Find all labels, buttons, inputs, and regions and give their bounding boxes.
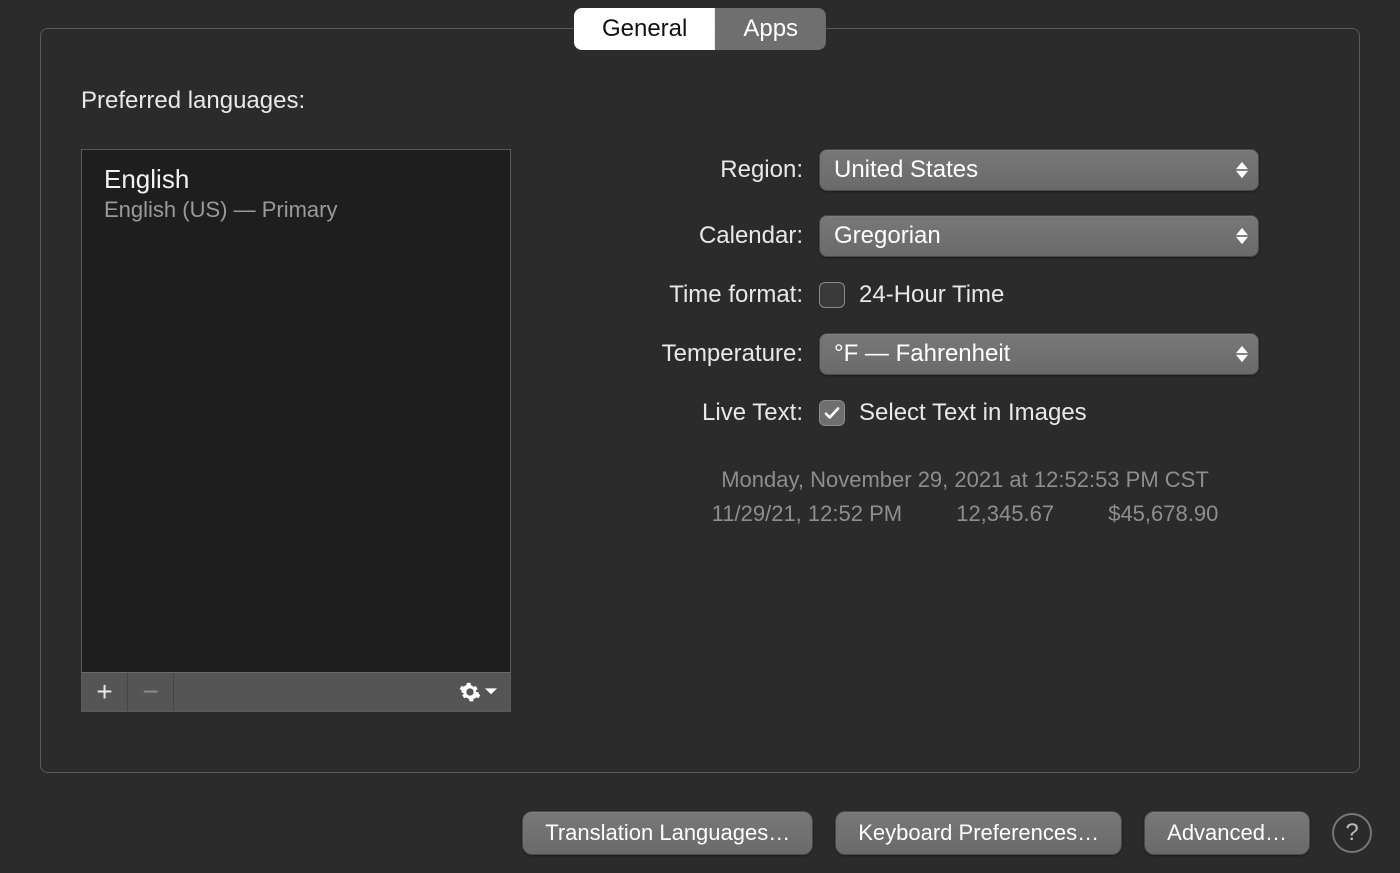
help-button[interactable]: ? [1332, 813, 1372, 853]
language-list-container: English English (US) — Primary + − [81, 149, 511, 712]
gear-icon [459, 681, 481, 703]
region-settings: Region: United States Calendar: Gregoria… [561, 149, 1319, 531]
live-text-option: Select Text in Images [859, 399, 1087, 427]
language-toolbar: + − [81, 672, 511, 712]
region-label: Region: [561, 156, 819, 184]
tab-apps[interactable]: Apps [715, 8, 826, 50]
check-icon [823, 404, 841, 422]
minus-icon: − [142, 676, 158, 708]
keyboard-preferences-button[interactable]: Keyboard Preferences… [835, 811, 1122, 855]
bottom-bar: Translation Languages… Keyboard Preferen… [0, 811, 1400, 855]
add-language-button[interactable]: + [82, 673, 128, 711]
example-short-date: 11/29/21, 12:52 PM [712, 501, 902, 526]
live-text-checkbox[interactable] [819, 400, 845, 426]
translation-languages-button[interactable]: Translation Languages… [522, 811, 813, 855]
chevron-down-icon [485, 686, 497, 698]
region-value: United States [834, 156, 978, 184]
calendar-value: Gregorian [834, 222, 941, 250]
toolbar-spacer [174, 673, 446, 711]
example-currency: $45,678.90 [1108, 501, 1218, 526]
updown-icon [1236, 346, 1248, 363]
calendar-label: Calendar: [561, 222, 819, 250]
time-format-checkbox[interactable] [819, 282, 845, 308]
updown-icon [1236, 162, 1248, 179]
remove-language-button[interactable]: − [128, 673, 174, 711]
language-item[interactable]: English English (US) — Primary [104, 164, 488, 223]
time-format-option: 24-Hour Time [859, 281, 1004, 309]
example-long-date: Monday, November 29, 2021 at 12:52:53 PM… [611, 463, 1319, 497]
format-example: Monday, November 29, 2021 at 12:52:53 PM… [561, 463, 1319, 531]
temperature-label: Temperature: [561, 340, 819, 368]
temperature-select[interactable]: °F — Fahrenheit [819, 333, 1259, 375]
tab-bar: General Apps [574, 8, 826, 50]
preferred-languages-label: Preferred languages: [81, 87, 1319, 115]
language-detail: English (US) — Primary [104, 197, 488, 223]
help-icon: ? [1345, 819, 1358, 847]
live-text-label: Live Text: [561, 399, 819, 427]
settings-group: Preferred languages: English English (US… [40, 28, 1360, 773]
language-name: English [104, 164, 488, 195]
example-number: 12,345.67 [956, 501, 1054, 526]
region-select[interactable]: United States [819, 149, 1259, 191]
advanced-button[interactable]: Advanced… [1144, 811, 1310, 855]
language-actions-menu[interactable] [446, 673, 510, 711]
language-list[interactable]: English English (US) — Primary [81, 149, 511, 672]
updown-icon [1236, 228, 1248, 245]
time-format-label: Time format: [561, 281, 819, 309]
tab-general[interactable]: General [574, 8, 715, 50]
plus-icon: + [96, 676, 112, 708]
calendar-select[interactable]: Gregorian [819, 215, 1259, 257]
temperature-value: °F — Fahrenheit [834, 340, 1010, 368]
